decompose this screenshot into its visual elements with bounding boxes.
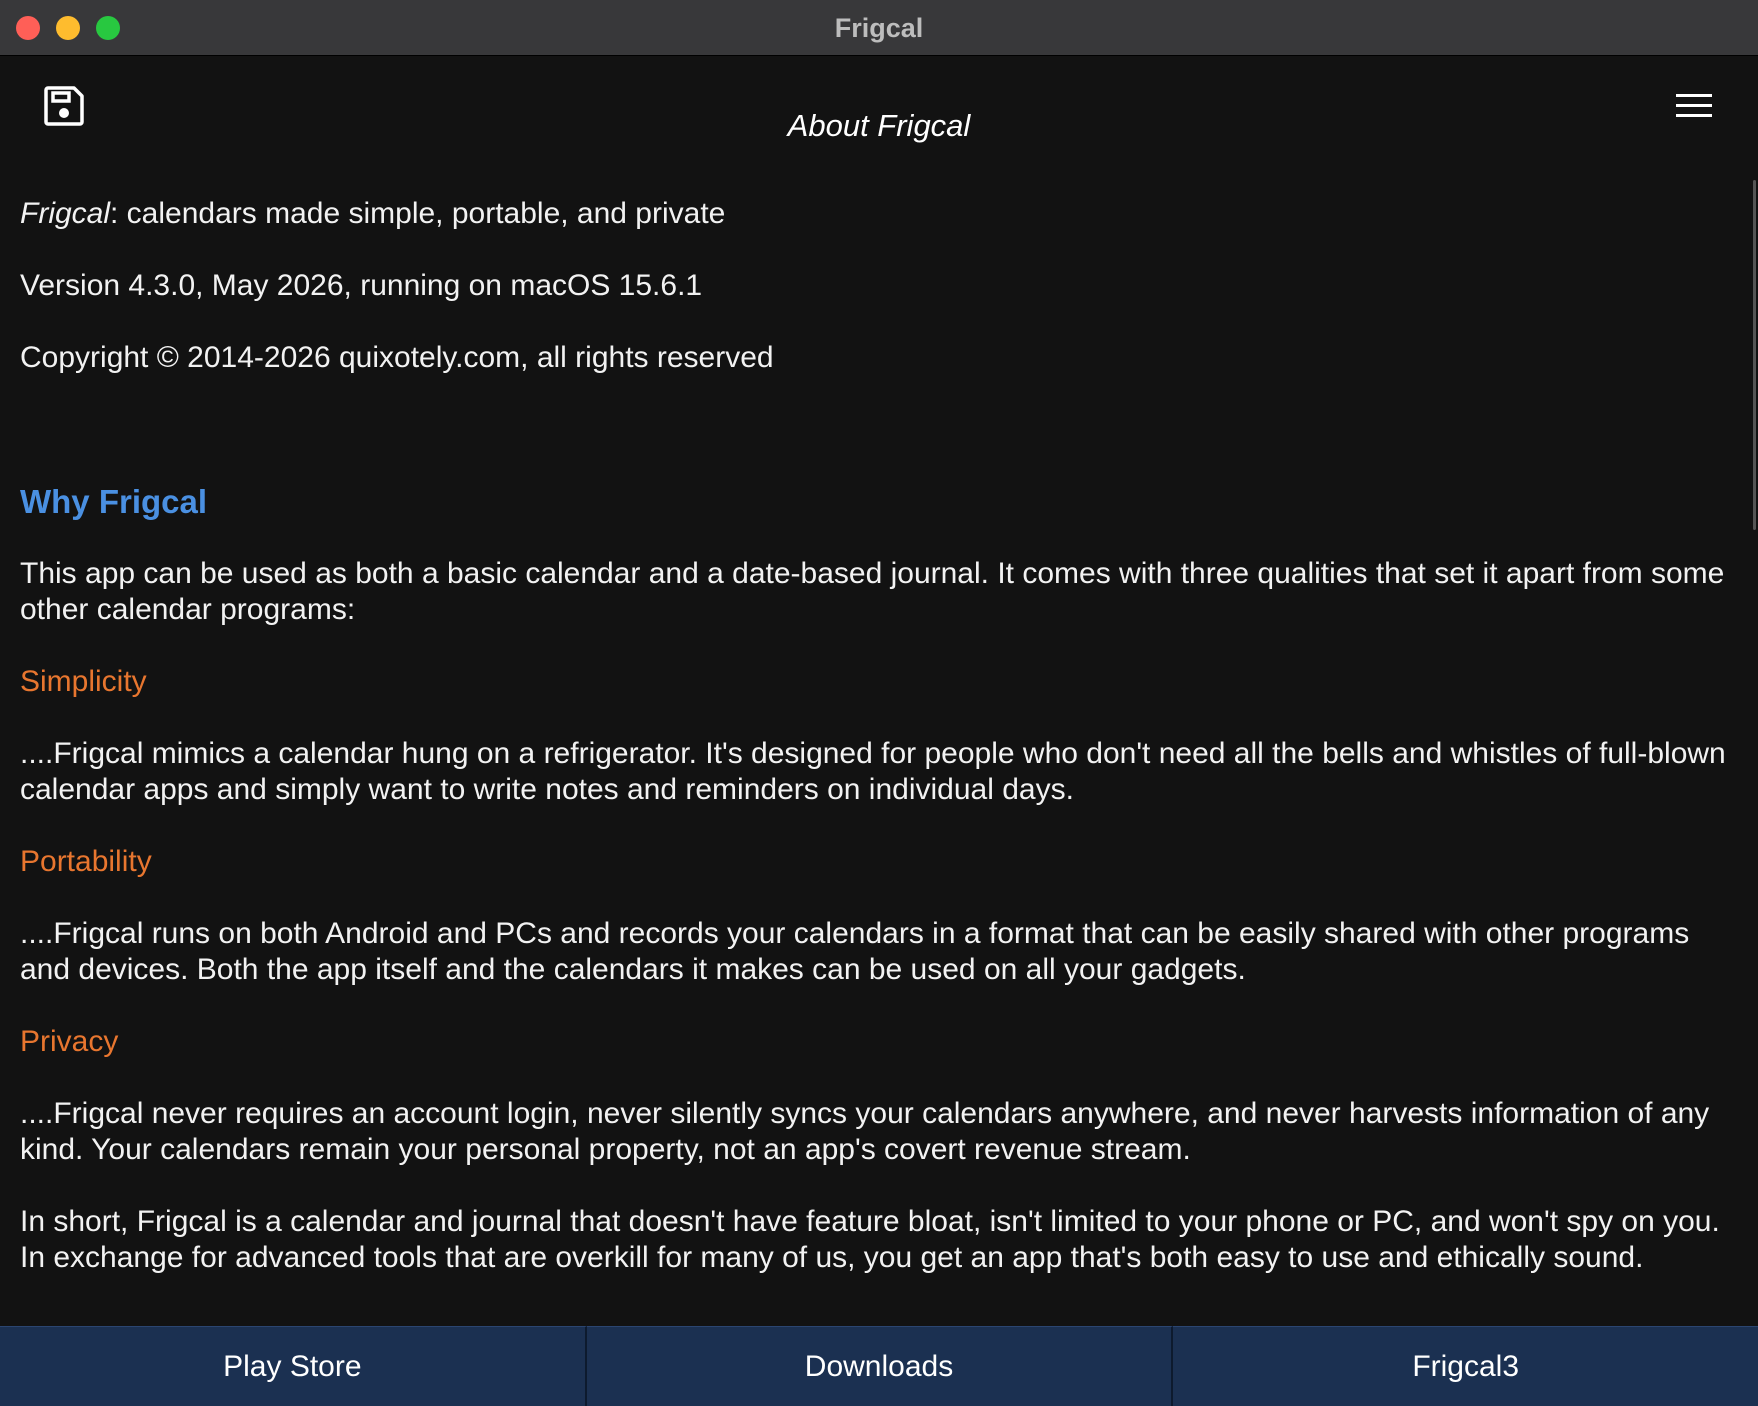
tagline-app-name: Frigcal <box>20 197 111 230</box>
why-frigcal-heading: Why Frigcal <box>20 483 208 520</box>
quality-body-simplicity: ....Frigcal mimics a calendar hung on a … <box>20 737 1726 806</box>
copyright-text: Copyright © 2014-2026 quixotely.com, all… <box>20 341 774 374</box>
version-text: Version 4.3.0, May 2026, running on macO… <box>20 269 703 302</box>
tagline: Frigcal: calendars made simple, portable… <box>20 196 1735 232</box>
summary-text: In short, Frigcal is a calendar and jour… <box>20 1205 1720 1274</box>
title-bar: Frigcal <box>0 0 1758 56</box>
frigcal3-button[interactable]: Frigcal3 <box>1173 1326 1758 1406</box>
quality-title-privacy: Privacy <box>20 1025 119 1058</box>
quality-body-portability: ....Frigcal runs on both Android and PCs… <box>20 917 1690 986</box>
scrollbar[interactable] <box>1753 180 1756 530</box>
menu-button[interactable] <box>1670 86 1718 126</box>
downloads-button[interactable]: Downloads <box>586 1326 1174 1406</box>
quality-title-simplicity: Simplicity <box>20 665 147 698</box>
quality-body-privacy: ....Frigcal never requires an account lo… <box>20 1097 1710 1166</box>
bottom-button-bar: Play Store Downloads Frigcal3 <box>0 1326 1758 1406</box>
why-intro-text: This app can be used as both a basic cal… <box>20 557 1725 626</box>
quality-title-portability: Portability <box>20 845 152 878</box>
hamburger-menu-icon <box>1676 94 1712 117</box>
toolbar: About Frigcal <box>0 56 1758 166</box>
tagline-text: : calendars made simple, portable, and p… <box>110 197 726 230</box>
page-heading: About Frigcal <box>787 108 971 143</box>
app-window: Frigcal About Frigcal Frigcal: calendars… <box>0 0 1758 1406</box>
about-content: Frigcal: calendars made simple, portable… <box>20 196 1735 1312</box>
window-title: Frigcal <box>834 13 924 43</box>
play-store-button[interactable]: Play Store <box>0 1326 587 1406</box>
